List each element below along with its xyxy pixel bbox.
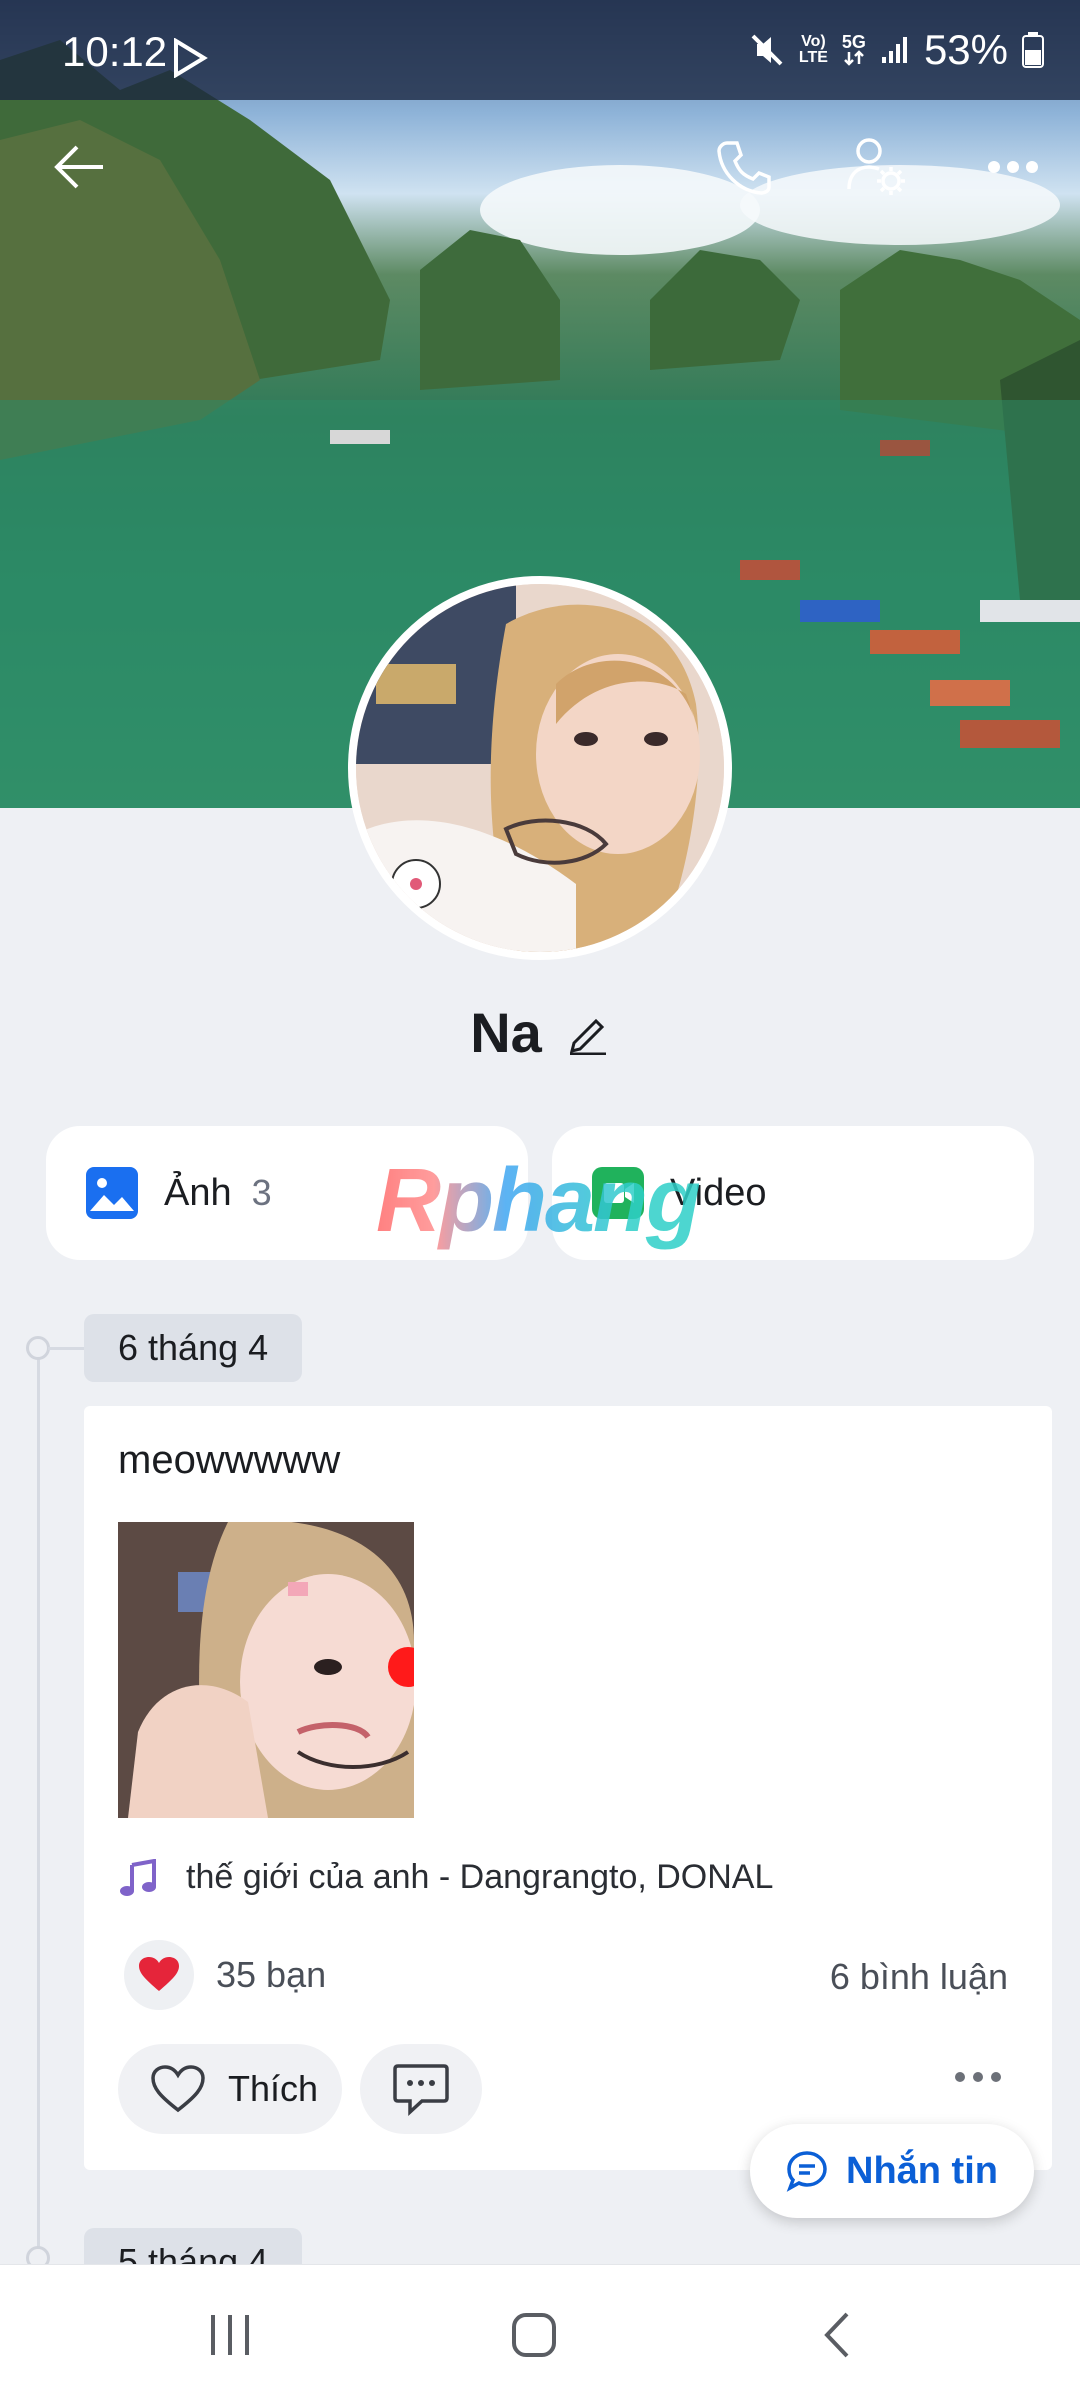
home-button[interactable] [494,2305,574,2365]
post-photo[interactable] [118,1522,414,1818]
system-nav-bar [0,2264,1080,2400]
back-button[interactable] [44,132,114,202]
back-arrow-icon [54,145,103,189]
music-title: thế giới của anh - Dangrangto, DONAL [186,1858,774,1896]
profile-name-row: Na [0,1000,1080,1065]
reaction-heart [124,1940,194,2010]
like-button[interactable]: Thích [118,2044,342,2134]
home-icon [512,2313,556,2357]
edit-name-button[interactable] [566,1011,610,1055]
battery-icon [1022,32,1044,68]
music-row[interactable]: thế giới của anh - Dangrangto, DONAL [118,1858,773,1897]
post-card[interactable]: meowwwww thế giới của anh - Dangrangto, … [84,1406,1052,2170]
watermark-logo: Rphang [376,1151,701,1251]
network-label: 5G [841,32,866,52]
avatar[interactable] [348,576,732,960]
photo-icon [86,1167,138,1219]
volte-top: Vo) [801,33,826,50]
timeline-tick [48,1347,84,1350]
like-label: Thích [228,2068,319,2109]
chevron-left-icon [824,2312,849,2358]
status-time: 10:12 [62,28,168,75]
timeline-line [37,1348,40,2268]
mute-icon [749,32,785,68]
comment-button[interactable] [360,2044,482,2134]
more-options-button[interactable] [978,132,1048,202]
more-dots-icon [955,2072,1001,2082]
post-photo-image [118,1522,414,1818]
recent-apps-icon [211,2315,249,2355]
comment-icon [393,2064,449,2116]
photos-count: 3 [251,1172,272,1213]
phone-icon [717,141,771,195]
status-right: Vo) LTE 5G 53% [749,26,1044,74]
music-note-icon [120,1858,156,1896]
avatar-photo [356,584,724,952]
signal-icon [880,35,910,65]
profile-settings-button[interactable] [842,132,912,202]
more-dots-icon [988,161,1038,173]
chat-bubble-icon [786,2151,827,2192]
profile-name: Na [470,1001,542,1064]
reaction-count: 35 bạn [216,1954,327,1995]
photos-label: Ảnh [164,1171,232,1214]
comment-count[interactable]: 6 bình luận [830,1956,1008,1998]
pencil-icon [569,1018,606,1055]
recent-apps-button[interactable] [190,2305,270,2365]
network-5g-icon: 5G [841,32,866,66]
system-back-button[interactable] [796,2305,876,2365]
reactions-row[interactable]: 35 bạn [124,1940,326,2010]
status-bar: 10:12 Vo) LTE 5G 53% [0,0,1080,100]
post-more-button[interactable] [954,2070,1002,2088]
volte-icon: Vo) LTE [799,34,828,66]
volte-bottom: LTE [798,49,828,66]
play-store-icon [172,38,208,78]
heart-icon [139,1957,179,1991]
message-button[interactable]: Nhắn tin [750,2124,1034,2218]
heart-outline-icon [151,2065,205,2113]
timeline-dot [26,1336,50,1360]
message-label: Nhắn tin [846,2149,998,2192]
call-button[interactable] [708,132,778,202]
date-chip: 6 tháng 4 [84,1314,303,1382]
user-gear-icon [847,138,905,195]
post-text: meowwwww [118,1438,341,1482]
battery-percent: 53% [923,26,1008,73]
